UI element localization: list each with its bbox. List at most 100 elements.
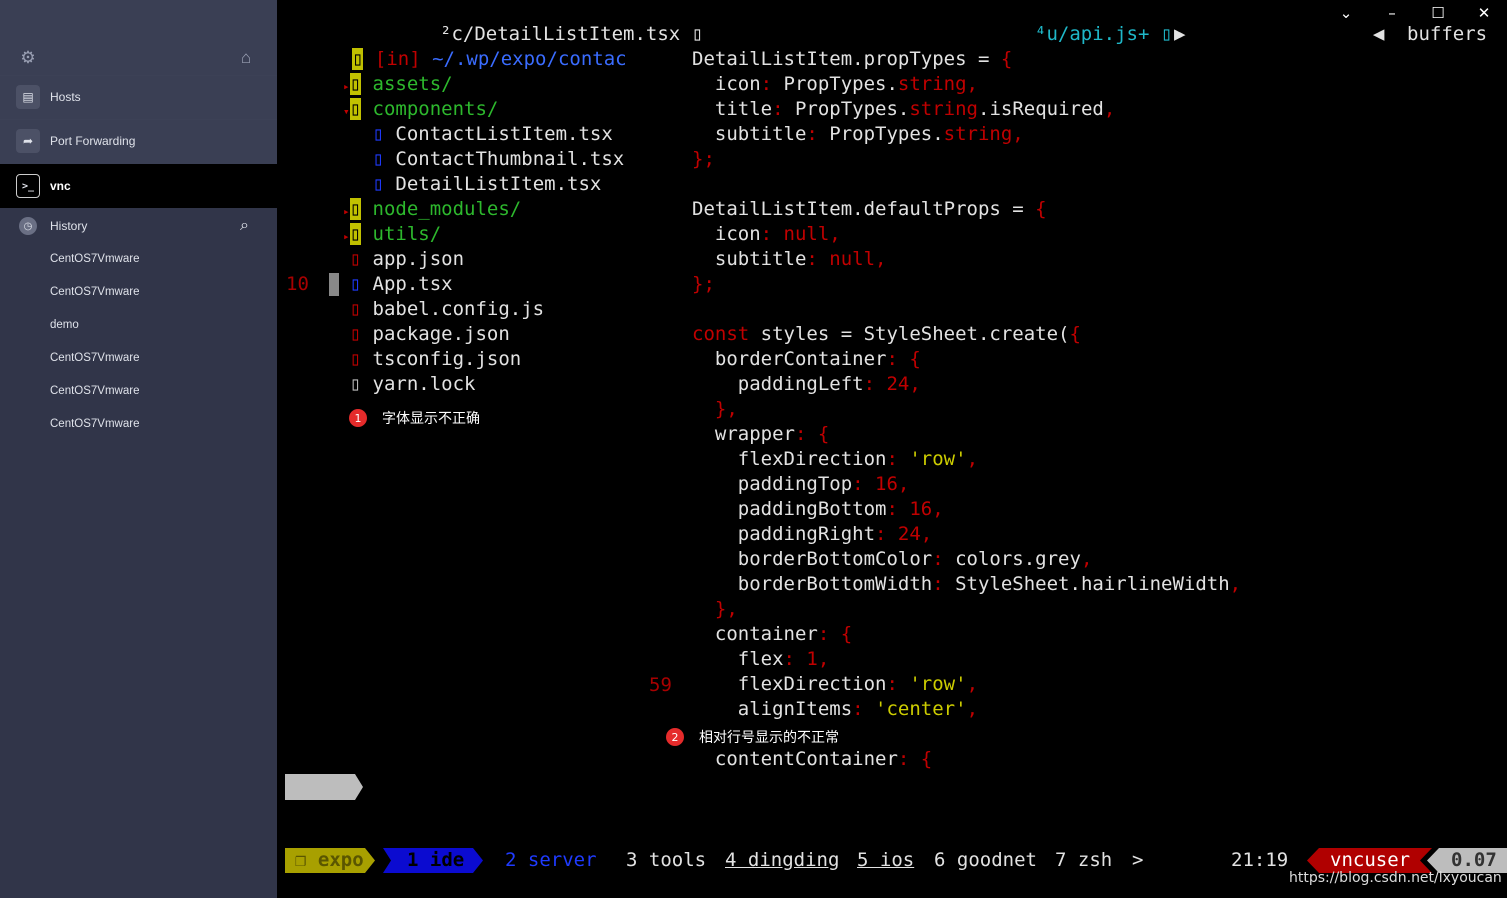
annotation-text: 字体显示不正确 — [382, 411, 480, 427]
file-ts-icon: ▯ — [349, 273, 362, 295]
code-token: borderContainer — [692, 348, 887, 370]
tree-root[interactable]: ▯ [in] ~/.wp/expo/contac — [352, 47, 627, 72]
tree-file[interactable]: ▯ package.json — [343, 322, 510, 347]
tree-folder[interactable]: ▸▯ node_modules/ — [343, 197, 521, 222]
tree-folder[interactable]: ▸▯ utils/ — [343, 222, 441, 247]
code-token: , — [966, 673, 979, 695]
history-entry[interactable]: CentOS7Vmware — [50, 418, 139, 430]
forward-icon: ➦ — [16, 129, 40, 153]
history-header: ◷ History ⌕ — [0, 204, 277, 248]
window-tab[interactable]: 7 zsh — [1055, 848, 1112, 873]
tree-entry-name: components/ — [372, 98, 499, 120]
code-line: borderBottomWidth: StyleSheet.hairlineWi… — [692, 572, 1241, 597]
tree-file[interactable]: ▯ babel.config.js — [343, 297, 545, 322]
folder-icon: ▯ — [349, 223, 362, 245]
history-entry[interactable]: demo — [50, 319, 79, 331]
sidebar-item-label: Hosts — [50, 90, 81, 104]
code-token: 'row' — [909, 448, 967, 470]
code-token: : 1, — [783, 648, 830, 670]
tree-entry-name: assets/ — [372, 73, 453, 95]
tree-file[interactable]: ▯ App.tsx — [343, 272, 453, 297]
tab-arrow-right-icon: ▶ — [1174, 23, 1186, 45]
more-windows-icon[interactable]: > — [1132, 848, 1143, 873]
code-line: }, — [692, 397, 738, 422]
minimize-icon[interactable]: – — [1381, 4, 1403, 22]
code-token: : — [852, 698, 876, 720]
code-line: paddingRight: 24, — [692, 522, 932, 547]
sidebar-item-hosts[interactable]: ▤ Hosts — [0, 75, 277, 119]
code-token: : { — [897, 748, 933, 770]
code-token: : — [932, 573, 956, 595]
search-icon[interactable]: ⌕ — [240, 217, 249, 235]
code-token: PropTypes. — [783, 73, 898, 95]
history-entry[interactable]: CentOS7Vmware — [50, 352, 139, 364]
tree-entry-name: ContactThumbnail.tsx — [395, 148, 625, 170]
code-token: : — [760, 73, 784, 95]
terminal[interactable]: ⌄ – ☐ ✕ ²c/DetailListItem.tsx ▯ ⁴u/api.j… — [277, 0, 1507, 898]
code-token: subtitle — [692, 248, 807, 270]
code-token: subtitle — [692, 123, 807, 145]
sidebar-item-label: vnc — [50, 179, 71, 193]
tree-entry-name: DetailListItem.tsx — [395, 173, 602, 195]
terminal-icon: >_ — [16, 174, 40, 198]
home-icon[interactable]: ⌂ — [234, 47, 258, 69]
code-token: : — [932, 548, 956, 570]
folder-icon: ▯ — [349, 98, 362, 120]
window-tab[interactable]: 2 server — [505, 848, 597, 873]
code-token: , — [1080, 548, 1093, 570]
tree-entry-name: package.json — [372, 323, 510, 345]
tree-folder[interactable]: ▾▯ components/ — [343, 97, 498, 122]
tree-file[interactable]: ▯ ContactListItem.tsx — [343, 122, 613, 147]
code-line: paddingBottom: 16, — [692, 497, 944, 522]
tree-entry-name: app.json — [372, 248, 465, 270]
window-tab[interactable]: 5 ios — [857, 848, 914, 873]
tree-entry-name: yarn.lock — [372, 373, 476, 395]
code-token: styles = StyleSheet.create( — [760, 323, 1070, 345]
command-line-block — [285, 774, 363, 800]
window-tab[interactable]: 6 goodnet — [934, 848, 1037, 873]
code-line: contentContainer: { — [692, 747, 932, 772]
chevron-down-icon[interactable]: ⌄ — [1335, 4, 1357, 22]
history-entry[interactable]: CentOS7Vmware — [50, 253, 139, 265]
session-name: ❐ expo — [295, 849, 364, 871]
vim-tab[interactable]: ⁴u/api.js+ ▯ — [1035, 22, 1172, 47]
code-token: : { — [817, 623, 853, 645]
history-entry[interactable]: CentOS7Vmware — [50, 286, 139, 298]
tree-file[interactable]: ▯ tsconfig.json — [343, 347, 522, 372]
code-token: paddingBottom — [692, 498, 887, 520]
history-entry[interactable]: CentOS7Vmware — [50, 385, 139, 397]
tree-file[interactable]: ▯ app.json — [343, 247, 464, 272]
tree-entry-name: babel.config.js — [372, 298, 545, 320]
folder-icon: ▯ — [352, 48, 364, 70]
code-line: icon: PropTypes.string, — [692, 72, 978, 97]
annotation-number: 2 — [666, 728, 684, 746]
tree-file[interactable]: ▯ ContactThumbnail.tsx — [343, 147, 625, 172]
maximize-icon[interactable]: ☐ — [1427, 4, 1449, 22]
code-token: paddingRight — [692, 523, 876, 545]
code-token: : 16, — [852, 473, 910, 495]
close-icon[interactable]: ✕ — [1473, 4, 1495, 22]
code-token: DetailListItem.propTypes = — [692, 48, 1001, 70]
file-json-icon: ▯ — [349, 248, 362, 270]
code-line: paddingTop: 16, — [692, 472, 910, 497]
code-token: : — [886, 448, 910, 470]
code-line: }, — [692, 597, 738, 622]
window-tab[interactable]: 3 tools — [626, 848, 706, 873]
tree-folder[interactable]: ▸▯ assets/ — [343, 72, 453, 97]
tree-file[interactable]: ▯ DetailListItem.tsx — [343, 172, 602, 197]
code-line: wrapper: { — [692, 422, 829, 447]
sidebar-item-port-forwarding[interactable]: ➦ Port Forwarding — [0, 119, 277, 163]
clock-time: 21:19 — [1231, 849, 1289, 871]
window-tab-active[interactable]: 1 ide — [407, 848, 464, 873]
window-tab[interactable]: 4 dingding — [725, 848, 839, 873]
gear-icon[interactable]: ⚙ — [16, 47, 40, 69]
file-json-icon: ▯ — [349, 348, 362, 370]
annotation-text: 相对行号显示的不正常 — [699, 730, 839, 746]
tree-file[interactable]: ▯ yarn.lock — [343, 372, 476, 397]
sidebar-item-vnc[interactable]: >_ vnc — [0, 164, 277, 208]
code-token: }, — [692, 598, 738, 620]
code-token: paddingTop — [692, 473, 853, 495]
vim-tab-active[interactable]: ²c/DetailListItem.tsx ▯ — [440, 22, 703, 47]
